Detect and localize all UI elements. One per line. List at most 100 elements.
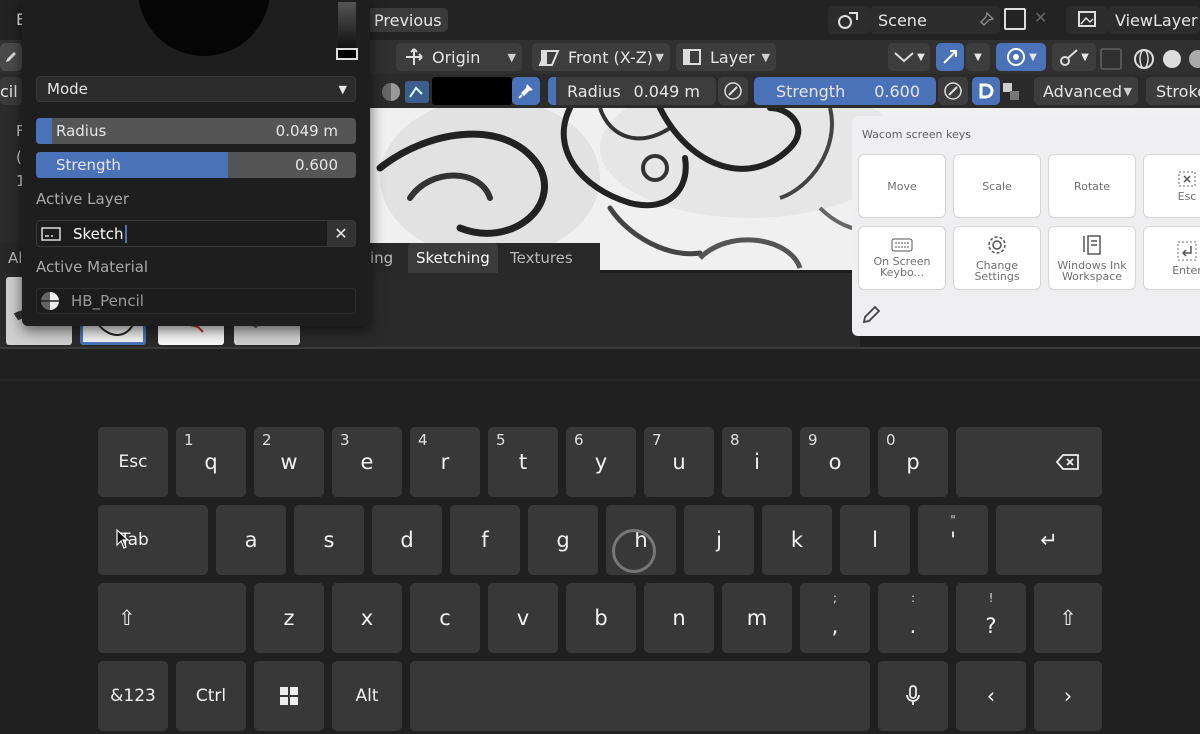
key-shift-left[interactable]: ⇧ <box>98 583 246 653</box>
proportional-edit-button[interactable] <box>936 43 964 71</box>
key-i[interactable]: 8i <box>722 427 792 497</box>
key-apostrophe[interactable]: " ' <box>918 505 988 575</box>
wacom-scale-key[interactable]: Scale <box>953 154 1041 218</box>
key-a[interactable]: a <box>216 505 286 575</box>
key-t[interactable]: 5t <box>488 427 558 497</box>
proportional-dropdown[interactable]: ▼ <box>966 43 990 71</box>
key-q[interactable]: 1q <box>176 427 246 497</box>
key-esc[interactable]: Esc <box>98 427 168 497</box>
curve-arrow-icon <box>943 50 957 64</box>
radius-slider[interactable]: Radius 0.049 m <box>36 118 356 144</box>
key-space[interactable] <box>410 661 870 731</box>
key-period[interactable]: :. <box>878 583 948 653</box>
viewlayer-type-button[interactable] <box>1066 6 1108 34</box>
key-g[interactable]: g <box>528 505 598 575</box>
key-j[interactable]: j <box>684 505 754 575</box>
pen-icon[interactable] <box>860 304 882 326</box>
key-w[interactable]: 2w <box>254 427 324 497</box>
material-shading-icon[interactable] <box>1186 47 1200 71</box>
key-backspace[interactable] <box>956 427 1102 497</box>
snap-dropdown[interactable]: ▼ <box>888 43 930 71</box>
solid-shading-icon[interactable] <box>1160 47 1184 71</box>
wacom-enter-key[interactable]: Enter <box>1143 226 1200 290</box>
wireframe-shading-icon[interactable] <box>1132 47 1156 71</box>
xray-icon[interactable] <box>1100 48 1122 70</box>
close-scene-icon[interactable]: ✕ <box>1034 8 1047 27</box>
key-c[interactable]: c <box>410 583 480 653</box>
color-wheel[interactable] <box>138 0 270 56</box>
key-left-arrow[interactable]: ‹ <box>956 661 1026 731</box>
key-n[interactable]: n <box>644 583 714 653</box>
key-comma[interactable]: ;, <box>800 583 870 653</box>
overlay-button[interactable]: ▼ <box>996 43 1046 71</box>
key-right-arrow[interactable]: › <box>1034 661 1102 731</box>
key-windows[interactable] <box>254 661 324 731</box>
color-swatch[interactable] <box>432 77 512 105</box>
clear-layer-button[interactable]: ✕ <box>327 221 355 246</box>
key-ctrl[interactable]: Ctrl <box>176 661 246 731</box>
gizmo-button[interactable]: ▼ <box>1052 43 1096 71</box>
wacom-change-settings-key[interactable]: Change Settings <box>953 226 1041 290</box>
value-slider-handle[interactable] <box>336 48 358 60</box>
key-v[interactable]: v <box>488 583 558 653</box>
key-y[interactable]: 6y <box>566 427 636 497</box>
key-u[interactable]: 7u <box>644 427 714 497</box>
key-r[interactable]: 4r <box>410 427 480 497</box>
duplicate-scene-icon[interactable] <box>1004 8 1026 30</box>
scene-field[interactable]: Scene <box>870 6 1000 34</box>
radius-slider[interactable]: Radius 0.049 m <box>548 77 716 105</box>
pivot-dropdown[interactable]: Origin ▼ <box>396 43 522 71</box>
draw-tool-button[interactable] <box>0 43 22 71</box>
previous-button[interactable]: Previous <box>360 8 448 32</box>
view-dropdown[interactable]: Front (X-Z) ▼ <box>532 43 670 71</box>
key-alt[interactable]: Alt <box>332 661 402 731</box>
wacom-on-screen-keyboard-key[interactable]: On Screen Keybo... <box>858 226 946 290</box>
active-material-field[interactable]: HB_Pencil <box>36 288 356 314</box>
key-microphone[interactable] <box>878 661 948 731</box>
wacom-move-key[interactable]: Move <box>858 154 946 218</box>
wacom-rotate-key[interactable]: Rotate <box>1048 154 1136 218</box>
stroke-placement-button[interactable] <box>972 77 1000 105</box>
key-l[interactable]: l <box>840 505 910 575</box>
stroke-dropdown[interactable]: Stroke <box>1146 77 1200 105</box>
key-m[interactable]: m <box>722 583 792 653</box>
key-o[interactable]: 9o <box>800 427 870 497</box>
key-question[interactable]: !? <box>956 583 1026 653</box>
strength-slider[interactable]: Strength 0.600 <box>36 152 356 178</box>
key-k[interactable]: k <box>762 505 832 575</box>
viewlayer-field[interactable]: ViewLayer <box>1108 6 1200 34</box>
strength-pressure-button[interactable] <box>938 77 968 105</box>
key-f[interactable]: f <box>450 505 520 575</box>
key-s[interactable]: s <box>294 505 364 575</box>
mode-dropdown-left[interactable]: cil <box>0 77 22 105</box>
pin-brush-button[interactable] <box>512 77 540 105</box>
material-ball-icon[interactable] <box>380 81 402 103</box>
key-shift-right[interactable]: ⇧ <box>1034 583 1102 653</box>
key-b[interactable]: b <box>566 583 636 653</box>
tab-textures[interactable]: Textures <box>502 243 581 273</box>
chevron-down-icon: ▼ <box>338 82 347 96</box>
strength-slider[interactable]: Strength 0.600 <box>754 77 936 105</box>
active-layer-field[interactable]: Sketch ✕ <box>36 220 356 247</box>
vertex-color-icon[interactable] <box>404 80 430 104</box>
key-symbols[interactable]: &123 <box>98 661 168 731</box>
key-d[interactable]: d <box>372 505 442 575</box>
stroke-depth-icon[interactable] <box>1002 82 1020 102</box>
key-enter[interactable]: ↵ <box>996 505 1102 575</box>
tab-sketching[interactable]: Sketching <box>408 243 498 273</box>
key-x[interactable]: x <box>332 583 402 653</box>
key-z[interactable]: z <box>254 583 324 653</box>
key-h[interactable]: h <box>606 505 676 575</box>
wacom-windows-ink-key[interactable]: Windows Ink Workspace <box>1048 226 1136 290</box>
scene-type-button[interactable] <box>828 6 870 34</box>
radius-pressure-button[interactable] <box>718 77 748 105</box>
advanced-dropdown[interactable]: Advanced ▼ <box>1034 77 1138 105</box>
layer-dropdown[interactable]: Layer ▼ <box>676 43 776 71</box>
key-p[interactable]: 0p <box>878 427 948 497</box>
wacom-esc-key[interactable]: Esc <box>1143 154 1200 218</box>
key-tab[interactable]: Tab <box>98 505 208 575</box>
value-slider[interactable] <box>338 2 356 48</box>
key-e[interactable]: 3e <box>332 427 402 497</box>
d-shape-icon <box>979 83 994 99</box>
mode-dropdown[interactable]: Mode ▼ <box>36 76 356 102</box>
